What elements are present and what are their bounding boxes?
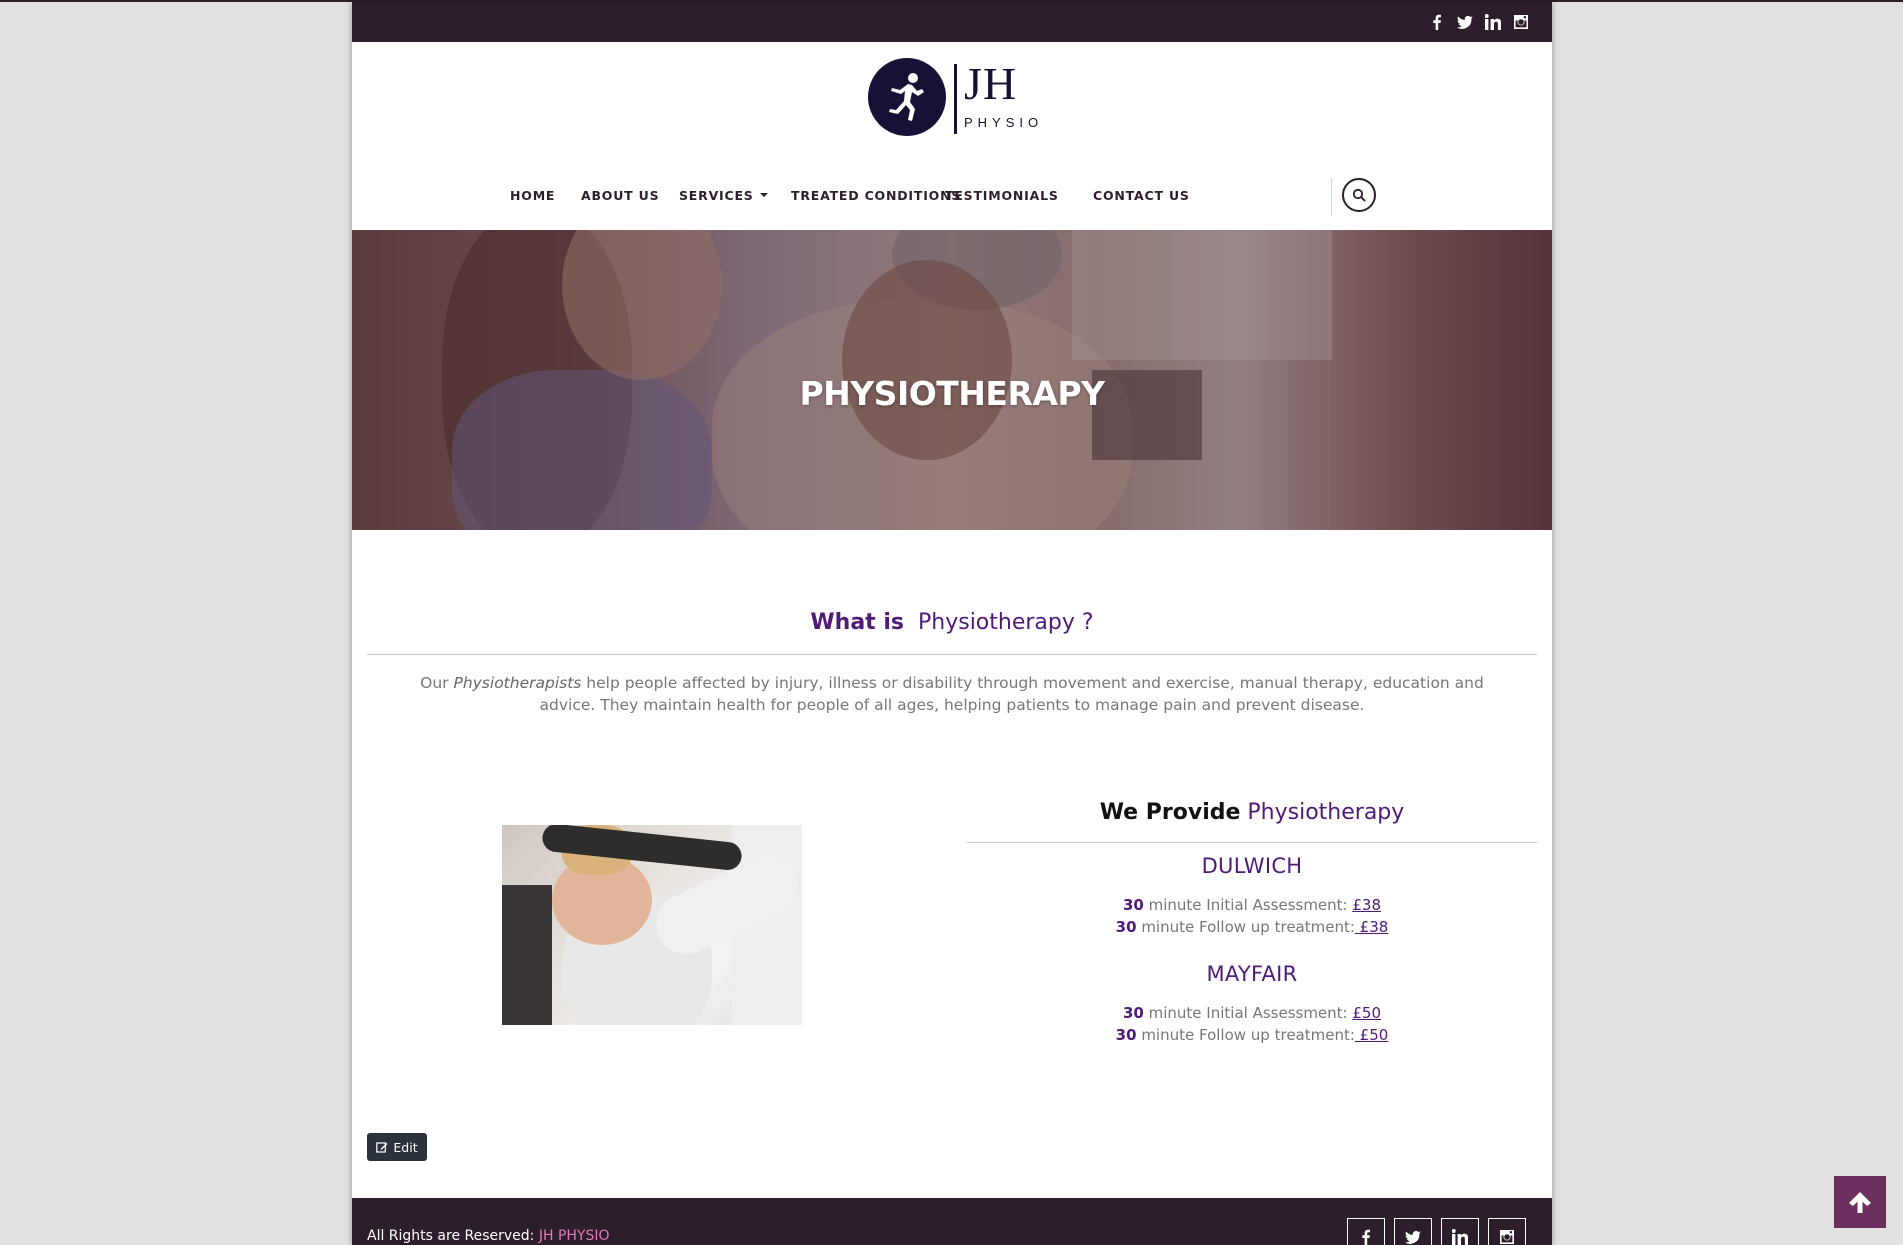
site-footer: All Rights are Reserved: JH PHYSIO bbox=[352, 1198, 1552, 1245]
intro-text-emphasis: Physiotherapists bbox=[453, 674, 582, 692]
logo-runner-icon bbox=[868, 58, 946, 136]
chevron-down-icon bbox=[759, 193, 768, 197]
intro-text-rest: help people affected by injury, illness … bbox=[539, 674, 1484, 714]
intro-text-start: Our bbox=[420, 674, 454, 692]
footer-social-links bbox=[1347, 1218, 1526, 1245]
physio-treatment-photo bbox=[502, 825, 802, 1025]
nav-treated-conditions[interactable]: TREATED CONDITIONS bbox=[791, 168, 961, 224]
price-line: 30 minute Initial Assessment: £38 bbox=[952, 894, 1552, 916]
price-line: 30 minute Follow up treatment: £38 bbox=[952, 916, 1552, 938]
twitter-icon[interactable] bbox=[1456, 13, 1474, 31]
price-description: minute Follow up treatment: bbox=[1136, 918, 1355, 936]
search-button[interactable] bbox=[1342, 178, 1376, 212]
provide-divider bbox=[967, 842, 1537, 843]
price-link[interactable]: £38 bbox=[1352, 896, 1381, 914]
intro-paragraph: Our Physiotherapists help people affecte… bbox=[392, 672, 1512, 716]
nav-services[interactable]: SERVICES bbox=[679, 168, 768, 224]
nav-divider bbox=[1331, 178, 1332, 216]
section-heading-we-provide: We Provide Physiotherapy bbox=[952, 800, 1552, 825]
page-container: JH PHYSIO HOME ABOUT US SERVICES TREATED… bbox=[352, 2, 1552, 1245]
edit-icon bbox=[376, 1142, 388, 1153]
price-minutes: 30 bbox=[1115, 1026, 1137, 1044]
provide-bold-part: We Provide bbox=[1099, 800, 1241, 825]
price-link[interactable]: £50 bbox=[1355, 1026, 1389, 1044]
twitter-icon[interactable] bbox=[1394, 1218, 1432, 1245]
logo-divider bbox=[954, 64, 957, 134]
price-minutes: 30 bbox=[1122, 896, 1144, 914]
heading-bold-part: What is bbox=[810, 610, 904, 635]
nav-testimonials[interactable]: TESTIMONIALS bbox=[945, 168, 1059, 224]
price-description: minute Follow up treatment: bbox=[1136, 1026, 1355, 1044]
nav-home[interactable]: HOME bbox=[510, 168, 555, 224]
section-divider bbox=[367, 654, 1537, 655]
price-description: minute Initial Assessment: bbox=[1143, 896, 1353, 914]
heading-question-mark: ? bbox=[1081, 610, 1094, 635]
price-link[interactable]: £50 bbox=[1352, 1004, 1381, 1022]
site-logo[interactable]: JH PHYSIO bbox=[868, 58, 1048, 138]
price-minutes: 30 bbox=[1115, 918, 1137, 936]
facebook-icon[interactable] bbox=[1428, 13, 1446, 31]
instagram-icon[interactable] bbox=[1488, 1218, 1526, 1245]
price-line: 30 minute Initial Assessment: £50 bbox=[952, 1002, 1552, 1024]
nav-contact-us[interactable]: CONTACT US bbox=[1093, 168, 1190, 224]
price-line: 30 minute Follow up treatment: £50 bbox=[952, 1024, 1552, 1046]
price-minutes: 30 bbox=[1122, 1004, 1144, 1022]
edit-label: Edit bbox=[393, 1139, 418, 1155]
hero-banner: PHYSIOTHERAPY bbox=[352, 230, 1552, 530]
heading-light-part: Physiotherapy bbox=[918, 610, 1075, 635]
edit-button[interactable]: Edit bbox=[367, 1133, 427, 1161]
arrow-up-icon bbox=[1849, 1192, 1871, 1213]
logo-subtitle: PHYSIO bbox=[964, 115, 1044, 130]
copyright-text: All Rights are Reserved: bbox=[367, 1228, 539, 1244]
nav-services-label: SERVICES bbox=[679, 188, 754, 203]
location-dulwich: DULWICH bbox=[1201, 854, 1303, 878]
logo-mark: JH bbox=[964, 58, 1018, 109]
linkedin-icon[interactable] bbox=[1484, 13, 1502, 31]
main-nav: HOME ABOUT US SERVICES TREATED CONDITION… bbox=[352, 168, 1552, 224]
back-to-top-button[interactable] bbox=[1834, 1176, 1886, 1228]
instagram-icon[interactable] bbox=[1512, 13, 1530, 31]
location-mayfair: MAYFAIR bbox=[1206, 962, 1298, 986]
provide-accent-part: Physiotherapy bbox=[1247, 800, 1405, 825]
price-description: minute Initial Assessment: bbox=[1143, 1004, 1353, 1022]
footer-brand-link[interactable]: JH PHYSIO bbox=[539, 1228, 610, 1244]
hero-title: PHYSIOTHERAPY bbox=[799, 374, 1105, 413]
footer-copyright: All Rights are Reserved: JH PHYSIO bbox=[367, 1228, 610, 1244]
photo-area bbox=[502, 885, 552, 1025]
price-link[interactable]: £38 bbox=[1355, 918, 1389, 936]
facebook-icon[interactable] bbox=[1347, 1218, 1385, 1245]
top-social-links bbox=[1428, 2, 1530, 42]
search-icon bbox=[1352, 188, 1366, 202]
nav-about-us[interactable]: ABOUT US bbox=[581, 168, 659, 224]
section-heading-what-is: What is Physiotherapy ? bbox=[352, 610, 1552, 635]
linkedin-icon[interactable] bbox=[1441, 1218, 1479, 1245]
top-bar bbox=[352, 2, 1552, 42]
